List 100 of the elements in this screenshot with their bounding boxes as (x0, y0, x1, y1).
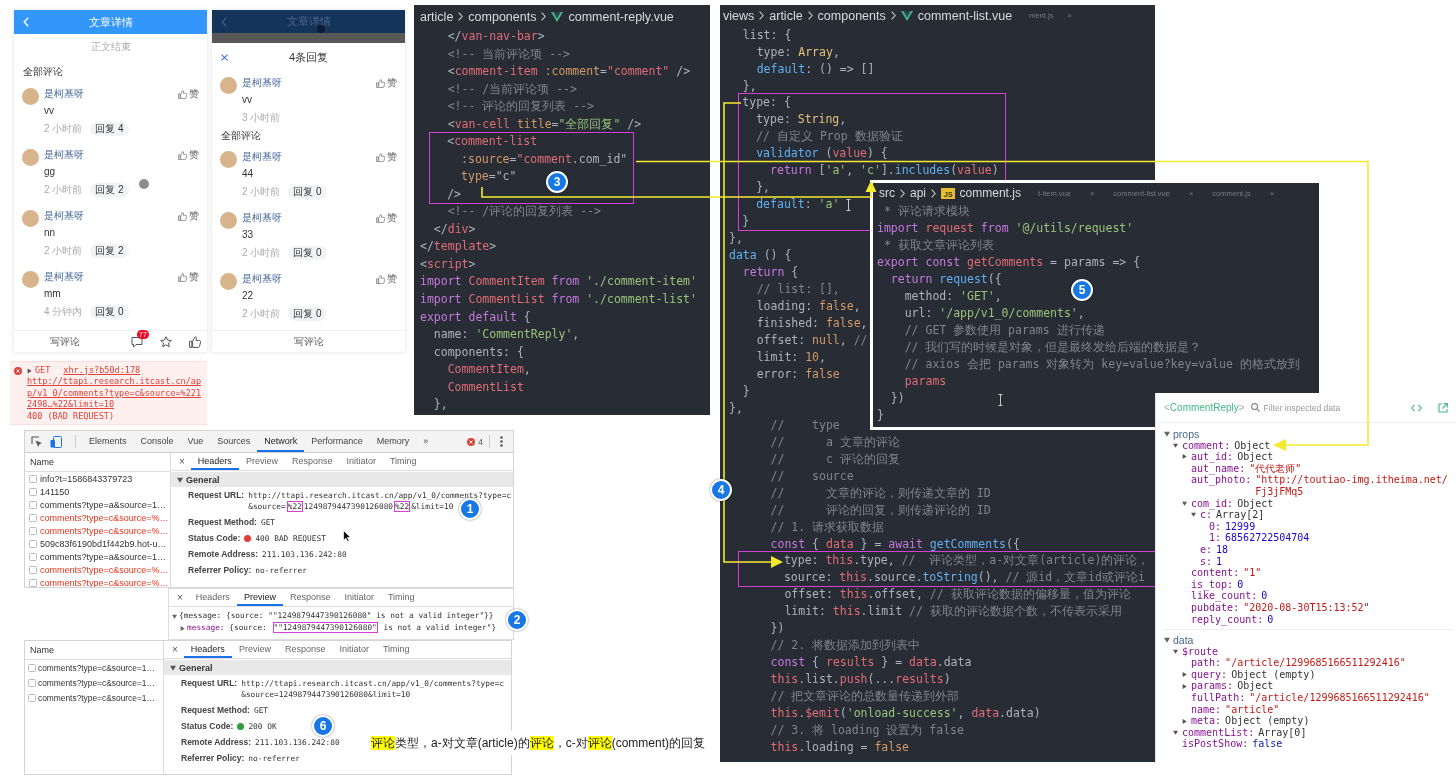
caret-icon[interactable] (1182, 683, 1187, 689)
detail-tab[interactable]: Preview (238, 453, 285, 470)
detail-tab[interactable]: Initiator (332, 641, 376, 658)
thumbs-up-icon[interactable] (189, 335, 201, 348)
like-button[interactable]: 赞 (376, 76, 397, 90)
caret-icon[interactable] (1182, 672, 1187, 678)
caret-icon[interactable] (170, 664, 176, 671)
request-item[interactable]: comments?type=c&source=1… (25, 660, 155, 675)
like-button[interactable]: 赞 (178, 87, 199, 101)
request-item[interactable]: comments?type=a&source=1… (25, 550, 167, 563)
file-name[interactable]: comment-reply.vue (568, 9, 674, 24)
file-name[interactable]: comment-list.vue (917, 8, 1013, 23)
thumbs-up-icon[interactable] (178, 150, 187, 160)
cursor-box-icon[interactable] (31, 435, 43, 448)
detail-tab[interactable]: Response (282, 589, 338, 606)
write-comment-button[interactable]: 写评论 (30, 334, 100, 349)
detail-tab[interactable]: Timing (375, 641, 417, 658)
section-toggle[interactable]: General (164, 660, 511, 675)
breadcrumb-item[interactable]: components (468, 9, 537, 24)
thumbs-up-icon[interactable] (376, 213, 385, 223)
caret-icon[interactable] (1173, 730, 1178, 736)
thumbs-up-icon[interactable] (376, 152, 385, 162)
panel-tab[interactable]: Elements (82, 431, 134, 452)
detail-tab[interactable]: Timing (382, 453, 424, 470)
panel-tab[interactable]: Console (133, 431, 181, 452)
like-button[interactable]: 赞 (178, 270, 199, 284)
breadcrumb-item[interactable]: article (420, 9, 454, 24)
write-comment-button[interactable]: 写评论 (263, 334, 354, 349)
caret-icon[interactable] (1173, 442, 1178, 448)
panel-tab[interactable]: Sources (210, 431, 258, 452)
file-name[interactable]: comment.js (959, 186, 1021, 200)
request-item[interactable]: comments?type=c&source=%… (25, 511, 169, 524)
caret-icon[interactable] (1164, 636, 1170, 643)
detail-tab[interactable]: Headers (188, 589, 237, 606)
chat-bubble-icon[interactable] (131, 335, 143, 348)
more-icon[interactable] (500, 436, 503, 447)
caret-icon[interactable] (1182, 718, 1187, 724)
like-button[interactable]: 赞 (376, 150, 397, 164)
thumbs-up-icon[interactable] (376, 78, 385, 88)
filter-field[interactable]: Filter inspected data (1263, 402, 1356, 413)
like-button[interactable]: 赞 (376, 211, 397, 225)
caret-icon[interactable] (27, 367, 32, 374)
section-toggle[interactable]: props (1164, 428, 1200, 440)
detail-tab[interactable]: Initiator (337, 589, 381, 606)
caret-icon[interactable] (1182, 500, 1187, 506)
more-tabs-button[interactable]: » (416, 431, 436, 452)
breadcrumb-item[interactable]: views (723, 8, 755, 23)
caret-icon[interactable] (1173, 649, 1178, 654)
star-icon[interactable] (160, 335, 172, 348)
reply-button[interactable]: 回复 4 (90, 122, 129, 136)
caret-icon[interactable] (172, 613, 177, 619)
detail-tab[interactable]: Initiator (339, 453, 383, 470)
like-button[interactable]: 赞 (178, 209, 199, 223)
breadcrumb-item[interactable]: article (769, 8, 803, 23)
breadcrumb-item[interactable]: components (817, 8, 886, 23)
caret-icon[interactable] (177, 476, 183, 483)
reply-button[interactable]: 回复 0 (288, 307, 327, 321)
request-item[interactable]: comments?type=c&source=%… (25, 576, 169, 587)
detail-tab[interactable]: Response (284, 453, 340, 470)
reply-button[interactable]: 回复 0 (90, 305, 129, 319)
thumbs-up-icon[interactable] (178, 272, 187, 282)
source-link[interactable]: xhr.js?b50d:178 (63, 365, 141, 377)
close-button[interactable]: × (166, 644, 184, 655)
caret-icon[interactable] (1164, 430, 1170, 437)
error-count[interactable]: 4 (478, 436, 483, 447)
caret-icon[interactable] (1191, 512, 1196, 518)
detail-tab[interactable]: Preview (231, 641, 278, 658)
thumbs-up-icon[interactable] (178, 89, 187, 99)
request-item[interactable]: comments?type=a&source=1… (25, 498, 167, 511)
caret-icon[interactable] (1182, 454, 1187, 460)
detail-tab[interactable]: Headers (190, 453, 239, 470)
detail-tab[interactable]: Response (277, 641, 333, 658)
panel-tab[interactable]: Performance (304, 431, 370, 452)
detail-tab[interactable]: Preview (236, 589, 283, 606)
request-item[interactable]: 509c83f6190bd1f442b9.hot-u… (25, 537, 167, 550)
caret-icon[interactable] (180, 625, 185, 631)
request-url-link[interactable]: http://ttapi.research.itcast.cn/app/v1_0/comments?type=c&source=%2212498…%22&limit=10 (27, 376, 203, 411)
thumbs-up-icon[interactable] (376, 274, 385, 284)
reply-button[interactable]: 回复 0 (288, 246, 327, 260)
close-button[interactable]: × (173, 456, 191, 467)
phone-tablet-icon[interactable] (50, 435, 62, 448)
breadcrumb-item[interactable]: api (910, 186, 926, 200)
request-item[interactable]: info?t=1586843379723 (25, 472, 133, 485)
breadcrumb-item[interactable]: src (879, 186, 895, 200)
request-item[interactable]: comments?type=c&source=%… (25, 563, 169, 576)
like-button[interactable]: 赞 (376, 272, 397, 286)
panel-tab[interactable]: Memory (369, 431, 417, 452)
reply-button[interactable]: 回复 2 (90, 244, 129, 258)
detail-tab[interactable]: Headers (183, 641, 232, 658)
close-icon[interactable] (220, 53, 228, 61)
detail-tab[interactable]: Timing (380, 589, 422, 606)
section-toggle[interactable]: General (171, 472, 513, 487)
reply-button[interactable]: 回复 0 (288, 185, 327, 199)
thumbs-up-icon[interactable] (178, 211, 187, 221)
request-item[interactable]: 141150 (25, 485, 70, 498)
close-button[interactable]: × (171, 592, 189, 603)
section-toggle[interactable]: data (1164, 634, 1194, 646)
panel-tab[interactable]: Network (257, 431, 305, 452)
panel-tab[interactable]: Vue (180, 431, 211, 452)
reply-button[interactable]: 回复 2 (90, 183, 129, 197)
